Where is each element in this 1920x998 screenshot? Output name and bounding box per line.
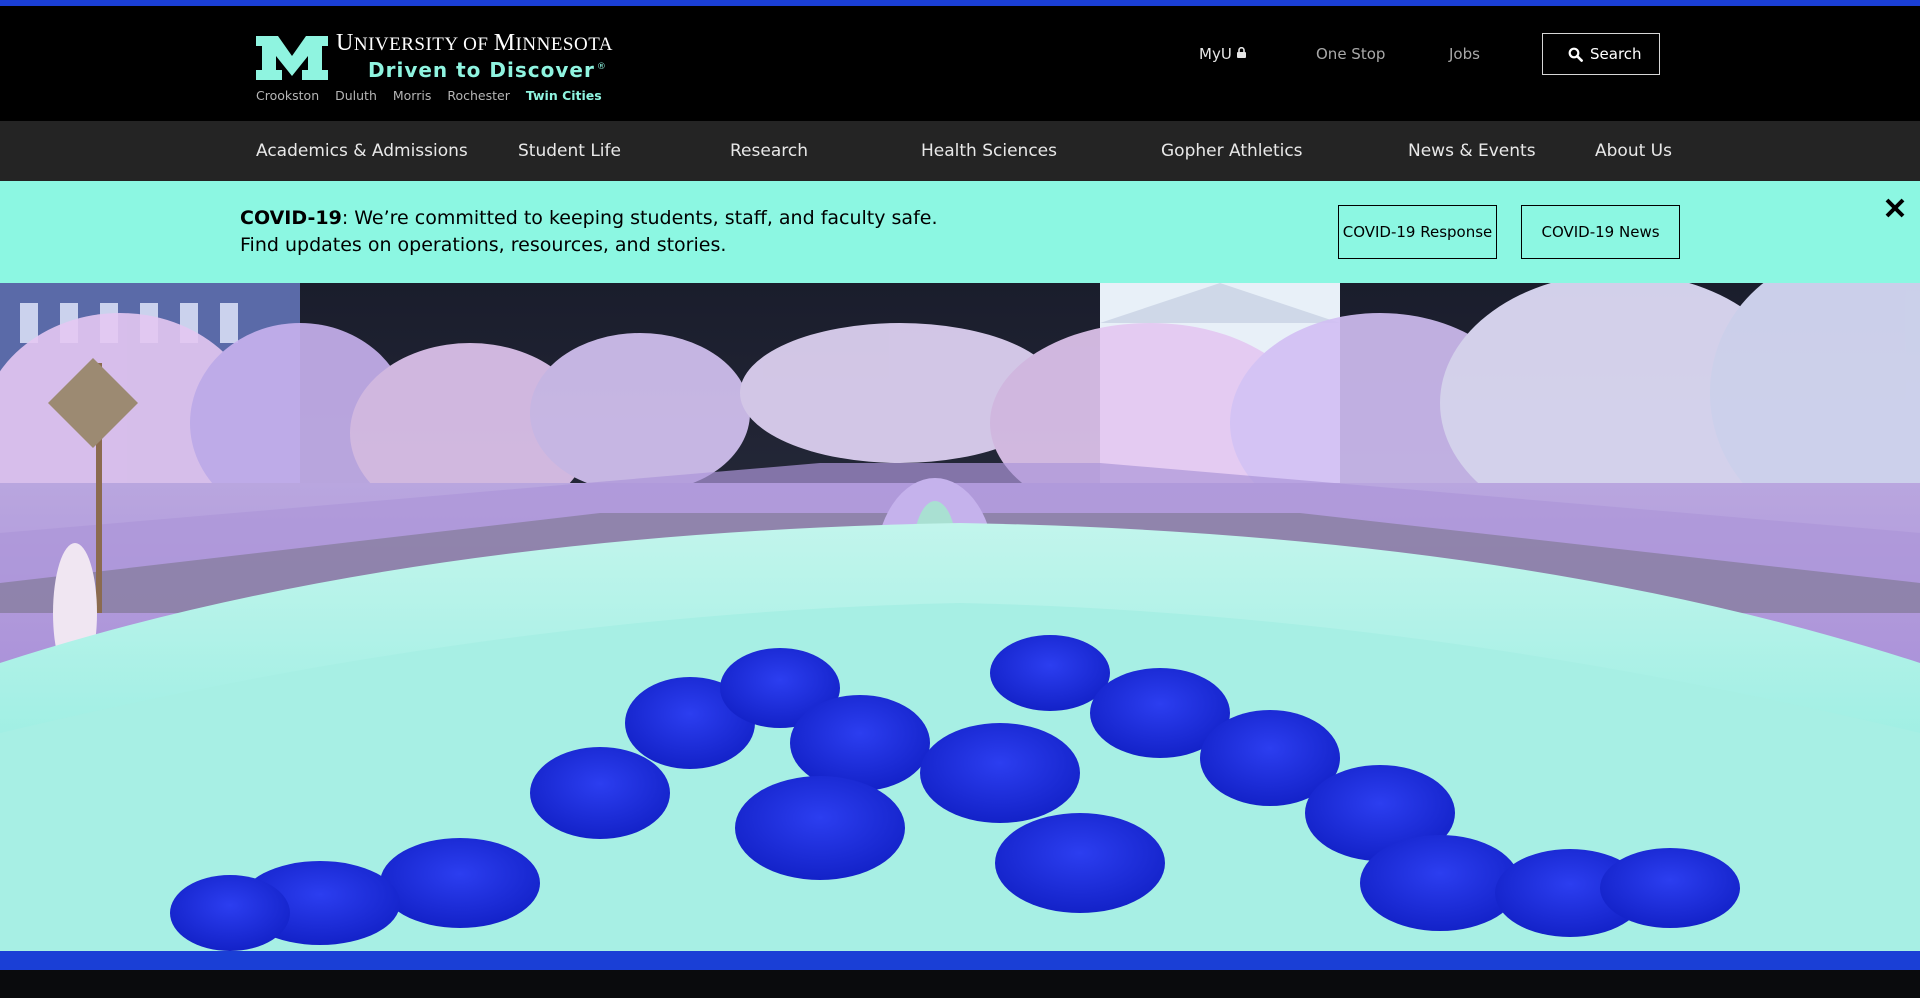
university-name-rest: NIVERSITY OF — [353, 34, 494, 55]
campus-link-rochester[interactable]: Rochester — [447, 88, 510, 103]
main-navigation: Academics & Admissions Student Life Rese… — [0, 121, 1920, 181]
campus-link-crookston[interactable]: Crookston — [256, 88, 319, 103]
footer-strip — [0, 970, 1920, 998]
campus-links: Crookston Duluth Morris Rochester Twin C… — [256, 88, 614, 103]
alert-line-2: Find updates on operations, resources, a… — [240, 234, 727, 256]
campus-link-twin-cities[interactable]: Twin Cities — [526, 88, 602, 103]
alert-message: COVID-19: We’re committed to keeping stu… — [240, 205, 940, 259]
bottom-accent-bar — [0, 951, 1920, 970]
search-label: Search — [1590, 45, 1642, 63]
nav-about-us[interactable]: About Us — [1595, 141, 1672, 161]
covid-response-button[interactable]: COVID-19 Response — [1338, 205, 1497, 259]
university-name-initial: U — [336, 30, 354, 56]
myu-label: MyU — [1199, 45, 1232, 63]
search-icon — [1568, 47, 1583, 62]
campus-link-duluth[interactable]: Duluth — [335, 88, 377, 103]
alert-label: COVID-19 — [240, 207, 342, 229]
registered-mark: ® — [596, 62, 607, 72]
university-name-initial-2: M — [493, 30, 516, 56]
university-logo[interactable]: UNIVERSITY OF MINNESOTA Driven to Discov… — [256, 28, 616, 108]
block-m-logo-icon — [256, 36, 328, 80]
hero-illustration — [0, 283, 1920, 951]
hero-image — [0, 283, 1920, 951]
myu-link[interactable]: MyU — [1199, 45, 1246, 63]
close-icon[interactable] — [1883, 196, 1907, 220]
tagline: Driven to Discover ® — [368, 58, 607, 82]
covid-news-button[interactable]: COVID-19 News — [1521, 205, 1680, 259]
campus-link-morris[interactable]: Morris — [393, 88, 431, 103]
university-name-rest-2: INNESOTA — [515, 34, 614, 55]
nav-gopher-athletics[interactable]: Gopher Athletics — [1161, 141, 1303, 161]
tagline-text: Driven to Discover — [368, 58, 595, 82]
jobs-link[interactable]: Jobs — [1449, 45, 1480, 63]
one-stop-link[interactable]: One Stop — [1316, 45, 1385, 63]
nav-news-events[interactable]: News & Events — [1408, 141, 1536, 161]
nav-academics-admissions[interactable]: Academics & Admissions — [256, 141, 468, 161]
university-name: UNIVERSITY OF MINNESOTA — [336, 30, 613, 57]
search-button[interactable]: Search — [1542, 33, 1660, 75]
nav-research[interactable]: Research — [730, 141, 808, 161]
nav-student-life[interactable]: Student Life — [518, 141, 621, 161]
lock-icon — [1236, 47, 1246, 58]
covid-alert-banner: COVID-19: We’re committed to keeping stu… — [0, 181, 1920, 283]
nav-health-sciences[interactable]: Health Sciences — [921, 141, 1057, 161]
site-header: UNIVERSITY OF MINNESOTA Driven to Discov… — [0, 6, 1920, 121]
alert-line-1: : We’re committed to keeping students, s… — [341, 207, 938, 229]
